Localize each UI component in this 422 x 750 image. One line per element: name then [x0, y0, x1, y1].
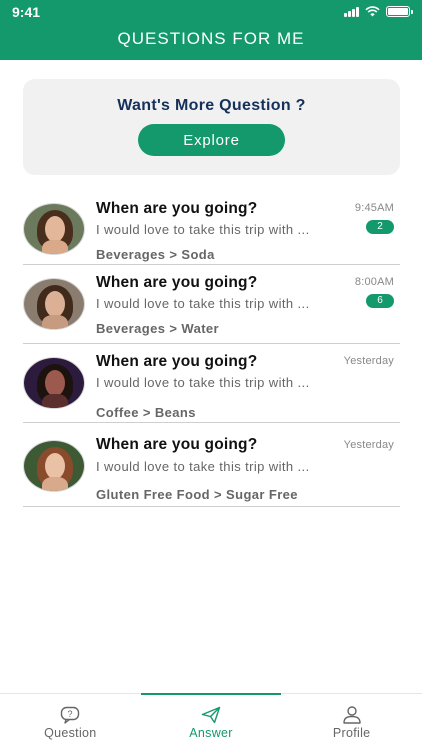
bottom-tab-bar: ? Question Answer Profile — [0, 693, 422, 750]
page-title: QUESTIONS FOR ME — [117, 29, 305, 48]
question-preview: I would love to take this trip with ... — [96, 459, 310, 474]
question-title: When are you going? — [96, 353, 258, 370]
app-header: QUESTIONS FOR ME — [0, 24, 422, 60]
question-category: Gluten Free Food > Sugar Free — [96, 487, 298, 502]
avatar — [23, 440, 85, 492]
question-preview: I would love to take this trip with ... — [96, 222, 310, 237]
tab-label: Profile — [332, 726, 371, 740]
question-bubble-icon: ? — [61, 706, 80, 724]
unread-badge: 6 — [366, 294, 394, 308]
question-category: Beverages > Water — [96, 321, 220, 336]
avatar — [23, 203, 85, 255]
status-bar: 9:41 — [0, 0, 422, 24]
question-list-item[interactable]: When are you going? I would love to take… — [23, 265, 400, 344]
tab-profile[interactable]: Profile — [281, 694, 422, 750]
question-list-item[interactable]: When are you going? I would love to take… — [23, 190, 400, 265]
question-title: When are you going? — [96, 274, 258, 291]
paper-plane-icon — [201, 706, 221, 724]
question-preview: I would love to take this trip with ... — [96, 296, 310, 311]
question-time: Yesterday — [343, 439, 394, 451]
cellular-signal-icon — [344, 6, 359, 17]
battery-icon — [386, 6, 413, 17]
tab-answer[interactable]: Answer — [140, 693, 282, 750]
question-title: When are you going? — [96, 436, 258, 453]
tab-question[interactable]: ? Question — [0, 694, 141, 750]
question-category: Coffee > Beans — [96, 405, 196, 420]
svg-text:?: ? — [68, 709, 73, 719]
promo-card: Want's More Question ? Explore — [23, 79, 400, 175]
question-preview: I would love to take this trip with ... — [96, 375, 310, 390]
question-time: 8:00AM — [354, 276, 394, 288]
tab-label: Answer — [189, 726, 233, 740]
question-list-item[interactable]: When are you going? I would love to take… — [23, 344, 400, 423]
status-time: 9:41 — [12, 4, 41, 20]
question-list-item[interactable]: When are you going? I would love to take… — [23, 423, 400, 507]
question-title: When are you going? — [96, 200, 258, 217]
avatar — [23, 357, 85, 409]
user-icon — [342, 706, 361, 724]
question-time: 9:45AM — [354, 202, 394, 214]
explore-button[interactable]: Explore — [138, 124, 285, 156]
tab-label: Question — [44, 726, 97, 740]
status-icons — [344, 6, 413, 17]
question-list: When are you going? I would love to take… — [23, 190, 400, 507]
unread-badge: 2 — [366, 220, 394, 234]
avatar — [23, 278, 85, 330]
question-category: Beverages > Soda — [96, 247, 215, 262]
wifi-icon — [365, 6, 380, 17]
active-tab-indicator — [140, 693, 282, 695]
promo-title: Want's More Question ? — [117, 97, 306, 114]
question-time: Yesterday — [343, 355, 394, 367]
